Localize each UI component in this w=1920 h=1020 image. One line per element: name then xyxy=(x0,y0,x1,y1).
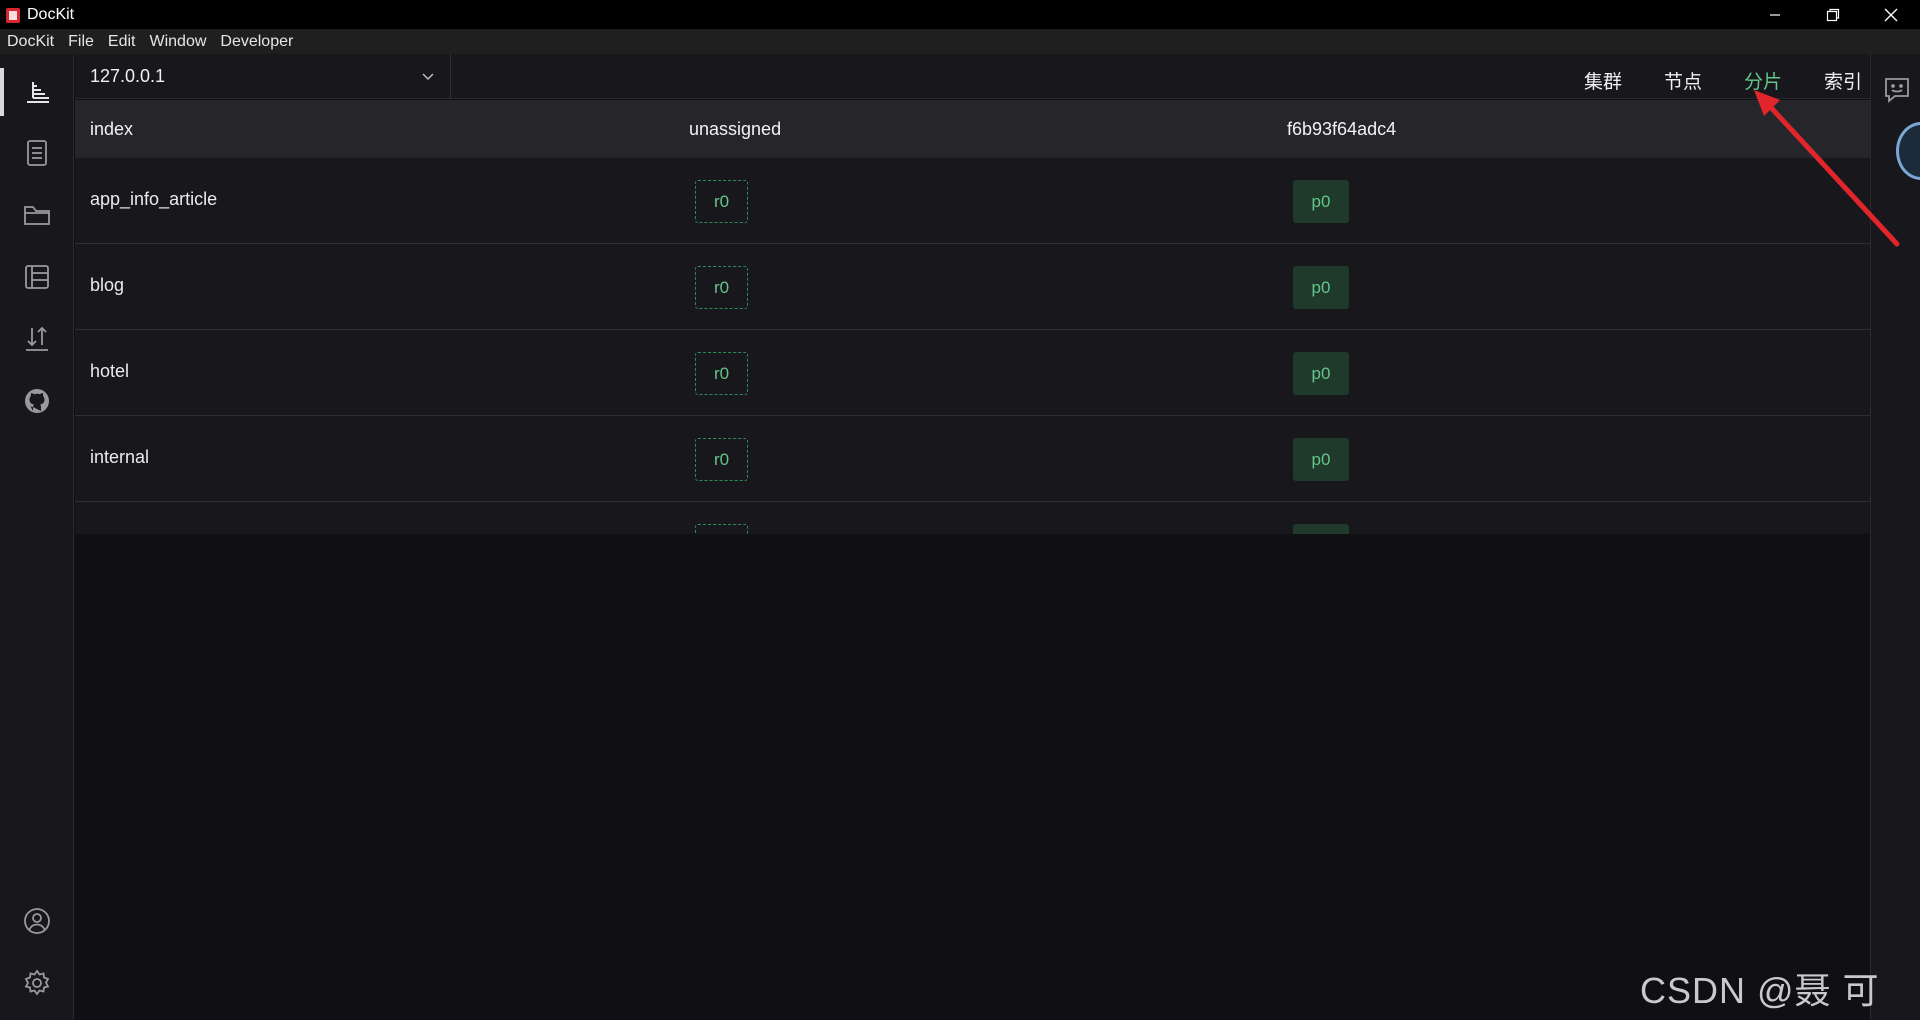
tab-indices[interactable]: 索引 xyxy=(1824,59,1862,94)
column-header-node: f6b93f64adc4 xyxy=(1287,118,1397,139)
menu-developer[interactable]: Developer xyxy=(220,33,293,51)
table-row[interactable]: app_info_article r0 p0 xyxy=(75,158,1870,244)
dashboard-icon[interactable] xyxy=(22,76,52,106)
replica-shard-badge-partial[interactable] xyxy=(695,524,748,534)
replica-shard-badge[interactable]: r0 xyxy=(695,438,748,481)
column-header-unassigned: unassigned xyxy=(689,118,782,139)
index-name: internal xyxy=(90,447,150,467)
table-row[interactable]: internal r0 p0 xyxy=(75,416,1870,502)
host-select[interactable]: 127.0.0.1 xyxy=(75,54,451,99)
index-name: hotel xyxy=(90,361,130,381)
list-icon[interactable] xyxy=(22,262,52,292)
settings-icon[interactable] xyxy=(22,968,52,998)
tab-cluster[interactable]: 集群 xyxy=(1584,59,1622,94)
replica-shard-badge[interactable]: r0 xyxy=(695,266,748,309)
replica-shard-badge[interactable]: r0 xyxy=(695,352,748,395)
title-bar: DocKit xyxy=(0,0,1920,29)
primary-shard-badge[interactable]: p0 xyxy=(1293,352,1349,395)
app-logo-icon xyxy=(5,6,21,24)
database-icon[interactable] xyxy=(22,138,52,168)
table-header: index unassigned f6b93f64adc4 xyxy=(75,100,1870,158)
menu-window[interactable]: Window xyxy=(149,33,206,51)
close-icon[interactable] xyxy=(1862,0,1920,29)
chat-icon[interactable] xyxy=(1883,76,1911,109)
table-row[interactable]: hotel r0 p0 xyxy=(75,330,1870,416)
index-name: app_info_article xyxy=(90,189,218,209)
shards-table: index unassigned f6b93f64adc4 app_info_a… xyxy=(75,100,1870,534)
folder-icon[interactable] xyxy=(22,200,52,230)
window-title: DocKit xyxy=(27,5,75,23)
active-indicator xyxy=(0,68,4,116)
tab-nodes[interactable]: 节点 xyxy=(1664,59,1702,94)
watermark: CSDN @聂 可 以 xyxy=(1640,970,1880,1011)
restore-icon[interactable] xyxy=(1804,0,1862,29)
primary-shard-badge[interactable]: p0 xyxy=(1293,180,1349,223)
menu-dockit[interactable]: DocKit xyxy=(7,33,54,51)
menu-file[interactable]: File xyxy=(68,33,94,51)
table-row[interactable]: blog r0 p0 xyxy=(75,244,1870,330)
minimize-icon[interactable] xyxy=(1746,0,1804,29)
user-icon[interactable] xyxy=(22,906,52,936)
github-icon[interactable] xyxy=(22,386,52,416)
left-sidebar xyxy=(0,54,74,1020)
column-header-index: index xyxy=(90,118,134,139)
view-tabs: 集群 节点 分片 索引 xyxy=(1542,54,1862,99)
menu-edit[interactable]: Edit xyxy=(108,33,136,51)
content-empty-area xyxy=(75,534,1870,1020)
import-export-icon[interactable] xyxy=(22,324,52,354)
chevron-down-icon xyxy=(420,68,436,89)
right-sidebar xyxy=(1870,54,1920,1020)
table-row-partial[interactable] xyxy=(75,502,1870,534)
host-select-value: 127.0.0.1 xyxy=(90,66,166,86)
index-name: blog xyxy=(90,275,125,295)
menu-bar: DocKit File Edit Window Developer xyxy=(0,29,1920,54)
primary-shard-badge[interactable]: p0 xyxy=(1293,438,1349,481)
primary-shard-badge-partial[interactable] xyxy=(1293,524,1349,534)
primary-shard-badge[interactable]: p0 xyxy=(1293,266,1349,309)
content-topbar: 127.0.0.1 集群 节点 分片 索引 xyxy=(75,54,1870,99)
tab-shards[interactable]: 分片 xyxy=(1744,59,1782,94)
replica-shard-badge[interactable]: r0 xyxy=(695,180,748,223)
